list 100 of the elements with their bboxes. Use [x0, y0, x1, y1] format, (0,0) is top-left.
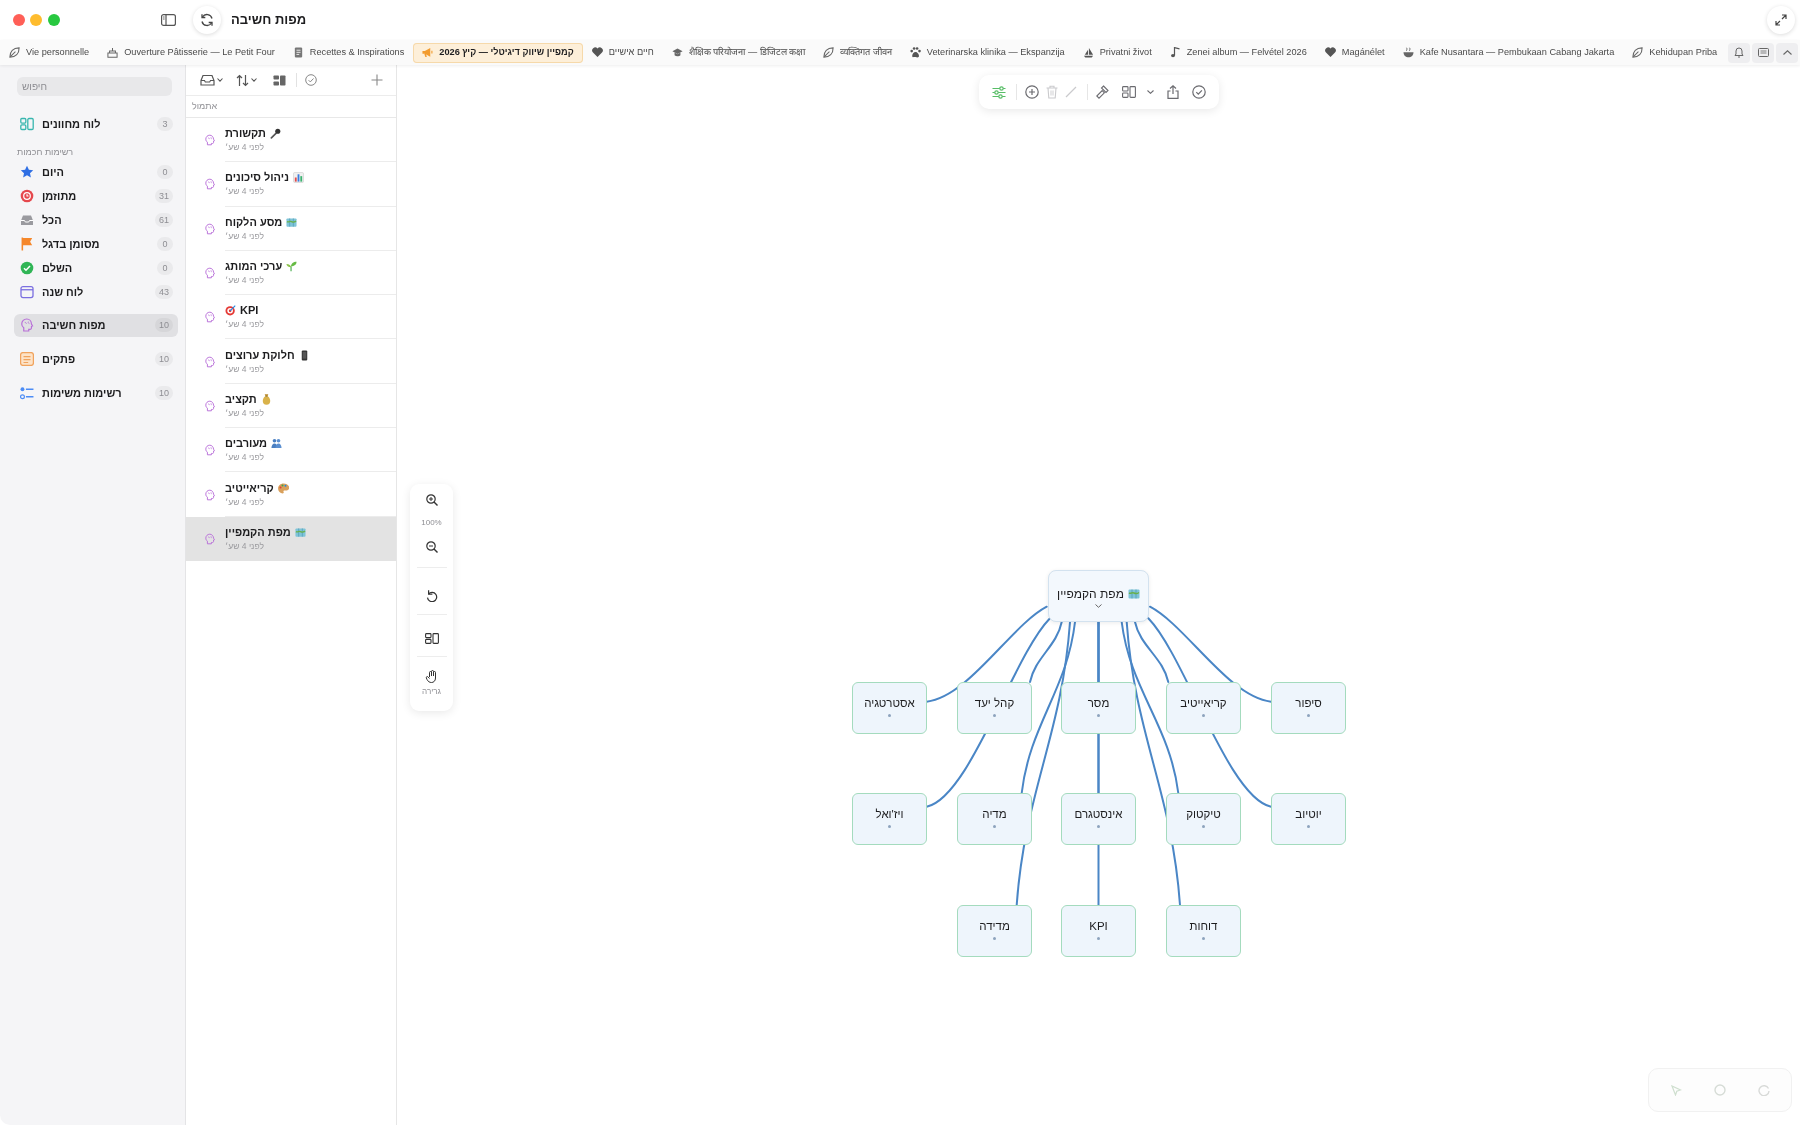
dot-icon [1097, 937, 1100, 940]
note-time: לפני 4 שע׳ [225, 230, 264, 241]
add-icon[interactable] [371, 74, 383, 86]
mind-map-node[interactable]: KPI [1061, 905, 1136, 957]
dot-icon [1307, 714, 1310, 717]
note-item[interactable]: חלוקת ערוצים לפני 4 שע׳ [186, 339, 396, 384]
share-icon[interactable] [1166, 85, 1179, 99]
note-item[interactable]: ניהול סיכונים לפני 4 שע׳ [186, 162, 396, 207]
zoom-in-icon[interactable] [425, 494, 438, 506]
sidebar-toggle-icon[interactable] [161, 14, 176, 26]
note-item[interactable]: קריאייטיב לפני 4 שע׳ [186, 472, 396, 517]
note-title: ערכי המותג [225, 260, 283, 274]
note-item[interactable]: מעורבים לפני 4 שע׳ [186, 428, 396, 473]
note-title: קריאייטיב [225, 481, 274, 495]
note-item[interactable]: ערכי המותג לפני 4 שע׳ [186, 250, 396, 296]
tab[interactable]: Veterinarska klinika — Ekspanzija [900, 42, 1074, 63]
node-label: אינסטגרם [1074, 807, 1123, 821]
tray-icon[interactable] [200, 74, 215, 86]
refresh-button[interactable] [193, 6, 221, 34]
mind-map-node[interactable]: מסר [1061, 682, 1136, 734]
note-item[interactable]: תקשורת לפני 4 שע׳ [186, 118, 396, 163]
microphone-icon [269, 128, 281, 140]
mind-map-node[interactable]: קריאייטיב [1166, 682, 1241, 734]
close-button[interactable] [13, 14, 25, 26]
mind-map-node[interactable]: יוטיוב [1271, 793, 1346, 845]
mind-map-node[interactable]: אסטרטגיה [852, 682, 927, 734]
panel-button[interactable] [1752, 42, 1774, 63]
tab[interactable]: शैक्षिक परियोजना — डिजिटल कक्षा [662, 42, 815, 63]
mind-map-node[interactable]: אינסטגרם [1061, 793, 1136, 845]
mind-map-node[interactable]: מדיה [957, 793, 1032, 845]
caret-icon[interactable] [1146, 90, 1154, 94]
plus-circle-icon[interactable] [1024, 85, 1039, 99]
rotate-left-icon[interactable] [425, 589, 438, 602]
map-icon [294, 526, 306, 538]
tab[interactable]: Ouverture Pâtisserie — Le Petit Four [98, 42, 284, 63]
brain-icon [205, 532, 215, 545]
dot-icon [993, 937, 996, 940]
sort-icon[interactable] [236, 73, 249, 87]
dot-icon [993, 825, 996, 828]
chevron-down-icon[interactable] [1095, 604, 1102, 608]
check-circle-icon[interactable] [305, 74, 317, 86]
node-label: יוטיוב [1295, 807, 1322, 821]
expand-icon [1775, 14, 1787, 26]
dot-icon [1097, 714, 1100, 717]
node-label: מדיה [982, 807, 1007, 821]
node-label: KPI [1089, 919, 1108, 933]
note-item[interactable]: מסע הלקוח לפני 4 שע׳ [186, 206, 396, 251]
notifications-button[interactable] [1728, 42, 1750, 63]
note-time: לפני 4 שע׳ [225, 142, 264, 153]
sailboat-icon [1082, 47, 1094, 58]
mind-map-node[interactable]: מדידה [957, 905, 1032, 957]
tab[interactable]: Zenei album — Felvétel 2026 [1160, 42, 1316, 63]
heart-icon [1324, 47, 1336, 58]
note-item[interactable]: תקציב לפני 4 שע׳ [186, 383, 396, 429]
layout-icon[interactable] [273, 74, 286, 86]
caret-icon[interactable] [217, 78, 223, 82]
tab[interactable]: Vie personnelle [0, 42, 99, 63]
sprout-icon [286, 261, 298, 273]
sliders-icon[interactable] [991, 85, 1006, 99]
tool-label: גרירה [422, 687, 441, 697]
mind-map-node[interactable]: דוחות [1166, 905, 1241, 957]
tab[interactable]: Recettes & Inspirations [283, 42, 414, 63]
tab[interactable]: Magánélet [1315, 42, 1394, 63]
item-count: 61 [155, 213, 173, 227]
note-title: ניהול סיכונים [225, 171, 289, 185]
hand-icon[interactable] [425, 670, 438, 683]
layout-icon[interactable] [424, 633, 439, 644]
expand-button[interactable] [1767, 6, 1795, 34]
tab[interactable]: Kehidupan Priba [1623, 42, 1727, 63]
search-field[interactable]: חיפוש [17, 77, 172, 96]
tab[interactable]: קמפיין שיווק דיגיטלי — קיץ 2026 [413, 42, 583, 63]
people-icon [271, 438, 283, 450]
root-node[interactable]: מפת הקמפיין [1048, 570, 1149, 622]
item-count: 43 [155, 285, 173, 299]
target-icon [225, 305, 236, 317]
tab[interactable]: Kafe Nusantara — Pembukaan Cabang Jakarta [1393, 42, 1624, 63]
hammer-icon[interactable] [1095, 85, 1109, 99]
dot-icon [1202, 937, 1205, 940]
mind-map-node[interactable]: סיפור [1271, 682, 1346, 734]
paw-icon [909, 47, 921, 58]
map-icon [286, 216, 298, 228]
mind-map-node[interactable]: קהל יעד [957, 682, 1032, 734]
note-time: לפני 4 שע׳ [225, 496, 264, 507]
node-label: ויז'ואל [875, 807, 904, 821]
map-icon [1127, 588, 1140, 600]
zoom-level: 100% [421, 518, 442, 528]
tab[interactable]: Privatni život [1073, 42, 1161, 63]
refresh-icon [200, 13, 214, 27]
tab[interactable]: חיים אישיים [582, 42, 663, 63]
check-circle-icon[interactable] [1191, 85, 1206, 99]
tab[interactable]: व्यक्तिगत जीवन [814, 42, 901, 63]
caret-icon[interactable] [251, 78, 257, 82]
zoom-out-icon[interactable] [425, 541, 438, 553]
note-title: מפת הקמפיין [225, 525, 291, 539]
note-time: לפני 4 שע׳ [225, 186, 264, 197]
item-count: 10 [155, 386, 173, 400]
mind-map-node[interactable]: ויז'ואל [852, 793, 927, 845]
calendar-icon [20, 285, 34, 299]
mind-map-node[interactable]: טיקטוק [1166, 793, 1241, 845]
dot-icon [1097, 825, 1100, 828]
